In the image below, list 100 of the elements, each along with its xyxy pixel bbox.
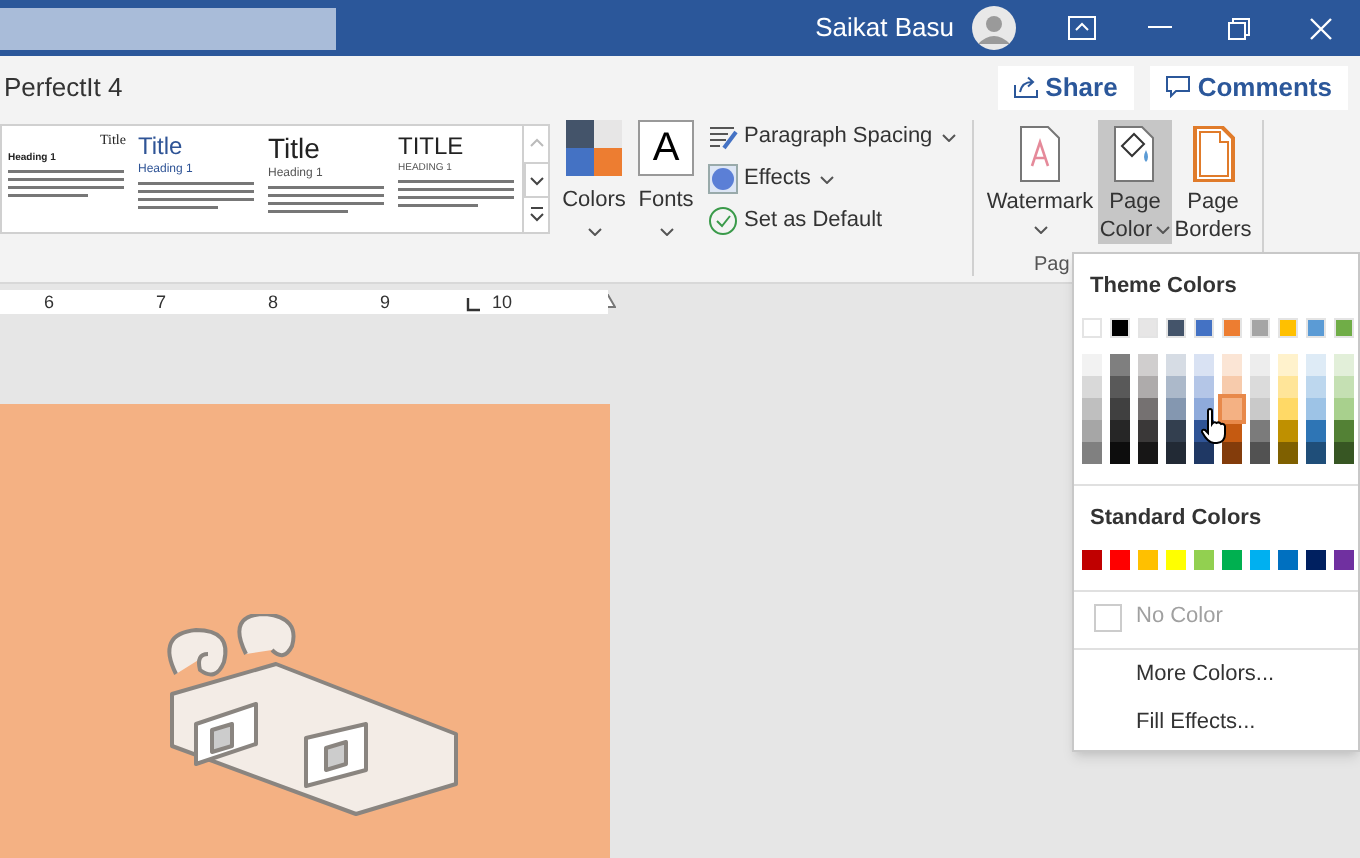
color-swatch[interactable] xyxy=(1166,419,1186,441)
color-swatch[interactable] xyxy=(1250,317,1270,337)
color-swatch[interactable] xyxy=(1222,397,1242,419)
chevron-down-icon xyxy=(1033,225,1047,234)
color-swatch[interactable] xyxy=(1082,375,1102,397)
color-swatch[interactable] xyxy=(1082,550,1102,570)
effects-icon xyxy=(708,164,738,195)
hand-pointer-icon xyxy=(1200,408,1228,444)
color-swatch[interactable] xyxy=(1166,353,1186,375)
body-text-lines xyxy=(268,185,384,216)
page-color-button[interactable]: Page Color xyxy=(1098,119,1172,244)
color-swatch[interactable] xyxy=(1110,397,1130,419)
fonts-button[interactable]: A Fonts xyxy=(632,119,700,237)
comment-icon xyxy=(1165,76,1190,99)
color-swatch[interactable] xyxy=(1138,550,1158,570)
color-swatch[interactable] xyxy=(1334,441,1354,463)
ruler-number: 8 xyxy=(268,289,279,313)
color-swatch[interactable] xyxy=(1194,317,1214,337)
color-swatch[interactable] xyxy=(1138,441,1158,463)
color-swatch[interactable] xyxy=(1278,441,1298,463)
color-swatch[interactable] xyxy=(1082,317,1102,337)
color-swatch[interactable] xyxy=(1110,317,1130,337)
restore-icon[interactable] xyxy=(1228,17,1250,39)
color-swatch[interactable] xyxy=(1334,419,1354,441)
color-swatch[interactable] xyxy=(1222,317,1242,337)
ruler-number: 6 xyxy=(44,289,55,313)
color-swatch[interactable] xyxy=(1250,353,1270,375)
search-field[interactable] xyxy=(0,7,336,49)
color-swatch[interactable] xyxy=(1306,397,1326,419)
menu-item[interactable]: Fill Effects... xyxy=(1136,706,1256,740)
checkbox-swatch xyxy=(1094,603,1122,631)
scroll-down-icon[interactable] xyxy=(524,161,550,198)
color-swatch[interactable] xyxy=(1250,375,1270,397)
share-button[interactable]: Share xyxy=(997,65,1134,110)
color-swatch[interactable] xyxy=(1278,397,1298,419)
color-swatch[interactable] xyxy=(1194,550,1214,570)
color-swatch[interactable] xyxy=(1138,353,1158,375)
tab-stop-icon[interactable] xyxy=(466,297,480,311)
color-swatch[interactable] xyxy=(1250,419,1270,441)
color-swatch[interactable] xyxy=(1222,441,1242,463)
color-swatch[interactable] xyxy=(1250,397,1270,419)
color-swatch[interactable] xyxy=(1222,550,1242,570)
color-swatch[interactable] xyxy=(1082,441,1102,463)
color-swatch[interactable] xyxy=(1306,317,1326,337)
color-swatch[interactable] xyxy=(1166,397,1186,419)
share-icon xyxy=(1013,76,1038,99)
effects-button[interactable]: Effects xyxy=(708,163,960,196)
minimize-icon[interactable] xyxy=(1148,26,1172,30)
color-swatch[interactable] xyxy=(1250,441,1270,463)
chevron-down-icon xyxy=(942,133,957,142)
color-swatch[interactable] xyxy=(1278,375,1298,397)
set-as-default-button[interactable]: Set as Default xyxy=(708,205,960,238)
color-swatch[interactable] xyxy=(1334,550,1354,570)
ribbon-display-icon[interactable] xyxy=(1068,16,1096,40)
avatar-icon[interactable] xyxy=(972,6,1016,50)
color-swatch[interactable] xyxy=(1110,550,1130,570)
close-icon[interactable] xyxy=(1310,17,1332,39)
watermark-button[interactable]: Watermark xyxy=(984,119,1096,244)
color-swatch[interactable] xyxy=(1194,375,1214,397)
color-swatch[interactable] xyxy=(1194,353,1214,375)
color-swatch[interactable] xyxy=(1166,550,1186,570)
checkmark-icon xyxy=(708,206,738,237)
color-swatch[interactable] xyxy=(1082,397,1102,419)
color-swatch[interactable] xyxy=(1138,397,1158,419)
color-swatch[interactable] xyxy=(1166,375,1186,397)
menu-item[interactable]: More Colors... xyxy=(1136,657,1275,691)
color-swatch[interactable] xyxy=(1334,375,1354,397)
color-swatch[interactable] xyxy=(1110,375,1130,397)
paragraph-spacing-icon xyxy=(708,123,738,152)
color-swatch[interactable] xyxy=(1110,441,1130,463)
paragraph-spacing-button[interactable]: Paragraph Spacing xyxy=(708,121,960,154)
color-swatch[interactable] xyxy=(1250,550,1270,570)
color-swatch[interactable] xyxy=(1222,353,1242,375)
color-swatch[interactable] xyxy=(1110,419,1130,441)
color-swatch[interactable] xyxy=(1278,317,1298,337)
color-swatch[interactable] xyxy=(1082,353,1102,375)
color-swatch[interactable] xyxy=(1278,419,1298,441)
color-swatch[interactable] xyxy=(1306,441,1326,463)
page-border-icon xyxy=(1191,125,1235,182)
color-swatch[interactable] xyxy=(1138,419,1158,441)
color-swatch[interactable] xyxy=(1166,317,1186,337)
color-swatch[interactable] xyxy=(1306,353,1326,375)
colors-button[interactable]: Colors xyxy=(560,119,628,237)
group-label: Pag xyxy=(1034,251,1072,280)
color-swatch[interactable] xyxy=(1334,317,1354,337)
color-swatch[interactable] xyxy=(1306,419,1326,441)
color-swatch[interactable] xyxy=(1278,550,1298,570)
color-swatch[interactable] xyxy=(1306,550,1326,570)
comments-button[interactable]: Comments xyxy=(1149,65,1348,110)
color-swatch[interactable] xyxy=(1194,441,1214,463)
color-swatch[interactable] xyxy=(1334,353,1354,375)
color-swatch[interactable] xyxy=(1278,353,1298,375)
color-swatch[interactable] xyxy=(1138,317,1158,337)
color-swatch[interactable] xyxy=(1306,375,1326,397)
page-borders-button[interactable]: Page Borders xyxy=(1176,119,1250,244)
color-swatch[interactable] xyxy=(1110,353,1130,375)
color-swatch[interactable] xyxy=(1334,397,1354,419)
color-swatch[interactable] xyxy=(1082,419,1102,441)
color-swatch[interactable] xyxy=(1166,441,1186,463)
color-swatch[interactable] xyxy=(1138,375,1158,397)
